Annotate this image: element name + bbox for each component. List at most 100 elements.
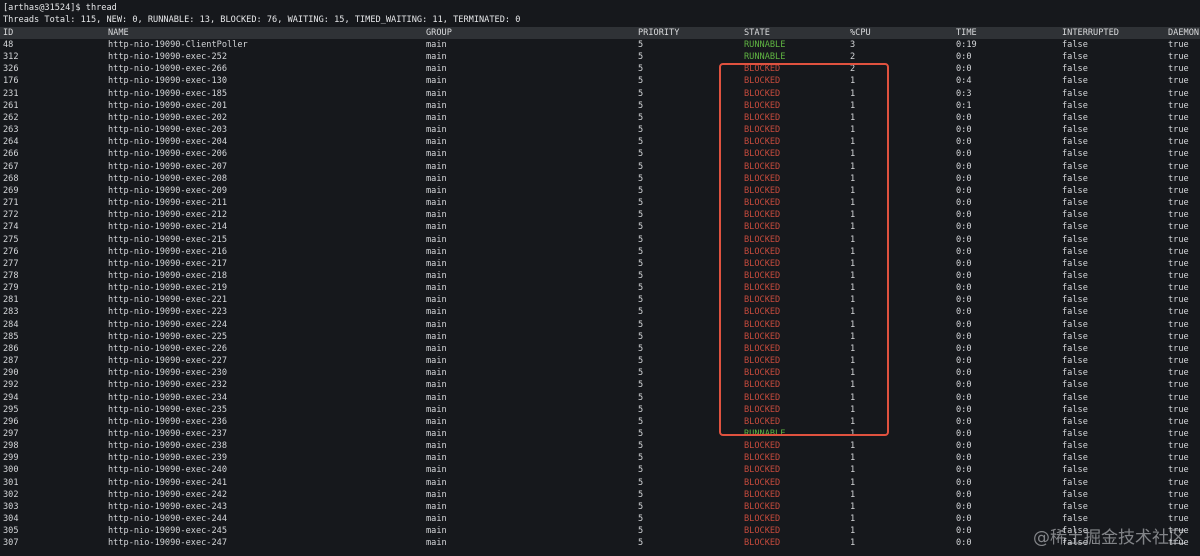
table-row: 312 http-nio-19090-exec-252 main 5 RUNNABLE 2… (0, 51, 1200, 63)
cell-daemon: true (1168, 331, 1189, 342)
table-row: 298 http-nio-19090-exec-238 main 5 BLOCKED 1 0… (0, 440, 1200, 452)
cell-state: BLOCKED (744, 416, 781, 427)
cell-priority: 5 (638, 343, 644, 354)
cell-cpu: 1 (850, 149, 856, 160)
cell-time: 0:0 (956, 416, 972, 427)
cell-name: http-nio-19090-exec-237 (108, 429, 227, 439)
cell-cpu: 1 (850, 234, 856, 245)
cell-interrupted: false (1062, 52, 1088, 63)
cell-id: 176 (3, 76, 19, 87)
terminal-window[interactable]: [arthas@31524]$ thread Threads Total: 11… (0, 0, 1200, 556)
cell-id: 298 (3, 441, 19, 452)
cell-priority: 5 (638, 173, 644, 184)
cell-daemon: true (1168, 40, 1189, 50)
table-row: 272 http-nio-19090-exec-212 main 5 BLOCKED 1 0… (0, 209, 1200, 221)
cell-id: 262 (3, 112, 19, 123)
table-row: 326 http-nio-19090-exec-266 main 5 BLOCKED 2 0… (0, 63, 1200, 75)
cell-cpu: 1 (850, 343, 856, 354)
cell-group: main (426, 501, 447, 512)
cell-group: main (426, 392, 447, 403)
cell-state: BLOCKED (744, 234, 781, 245)
cell-name: http-nio-19090-exec-239 (108, 453, 227, 464)
cell-cpu: 1 (850, 112, 856, 123)
cell-name: http-nio-19090-exec-209 (108, 185, 227, 196)
cell-interrupted: false (1062, 64, 1088, 75)
cell-daemon: true (1168, 234, 1189, 245)
cell-state: BLOCKED (744, 161, 781, 172)
cell-priority: 5 (638, 404, 644, 415)
cell-name: http-nio-19090-exec-216 (108, 246, 227, 257)
table-row: 284 http-nio-19090-exec-224 main 5 BLOCKED 1 0… (0, 319, 1200, 331)
cell-cpu: 1 (850, 526, 856, 537)
cell-cpu: 1 (850, 283, 856, 294)
cell-daemon: true (1168, 356, 1189, 367)
cell-interrupted: false (1062, 270, 1088, 281)
cell-group: main (426, 185, 447, 196)
cell-time: 0:0 (956, 465, 972, 476)
cell-daemon: true (1168, 465, 1189, 476)
cell-priority: 5 (638, 246, 644, 257)
cell-state: BLOCKED (744, 453, 781, 464)
cell-interrupted: false (1062, 198, 1088, 209)
cell-id: 274 (3, 222, 19, 233)
table-row: 278 http-nio-19090-exec-218 main 5 BLOCKED 1 0… (0, 270, 1200, 282)
cell-daemon: true (1168, 270, 1189, 281)
table-row: 279 http-nio-19090-exec-219 main 5 BLOCKED 1 0… (0, 282, 1200, 294)
cell-id: 326 (3, 64, 19, 75)
cell-priority: 5 (638, 258, 644, 269)
cell-time: 0:0 (956, 270, 972, 281)
cell-id: 294 (3, 392, 19, 403)
cell-daemon: true (1168, 283, 1189, 294)
cell-time: 0:0 (956, 258, 972, 269)
cell-interrupted: false (1062, 465, 1088, 476)
cell-id: 281 (3, 295, 19, 306)
cell-group: main (426, 441, 447, 452)
cell-cpu: 1 (850, 441, 856, 452)
cell-time: 0:0 (956, 210, 972, 221)
cell-priority: 5 (638, 526, 644, 537)
cell-time: 0:0 (956, 392, 972, 403)
cell-name: http-nio-19090-exec-221 (108, 295, 227, 306)
cell-interrupted: false (1062, 477, 1088, 488)
cell-name: http-nio-19090-exec-204 (108, 137, 227, 148)
cell-group: main (426, 222, 447, 233)
cell-id: 305 (3, 526, 19, 537)
cell-priority: 5 (638, 307, 644, 318)
cell-state: BLOCKED (744, 185, 781, 196)
cell-id: 279 (3, 283, 19, 294)
cell-state: BLOCKED (744, 441, 781, 452)
table-row: 302 http-nio-19090-exec-242 main 5 BLOCKED 1 0… (0, 489, 1200, 501)
cell-priority: 5 (638, 368, 644, 379)
cell-priority: 5 (638, 222, 644, 233)
cell-interrupted: false (1062, 185, 1088, 196)
cell-name: http-nio-19090-exec-212 (108, 210, 227, 221)
cell-time: 0:0 (956, 404, 972, 415)
cell-group: main (426, 319, 447, 330)
cell-name: http-nio-19090-exec-214 (108, 222, 227, 233)
cell-group: main (426, 465, 447, 476)
cell-state: BLOCKED (744, 477, 781, 488)
cell-time: 0:0 (956, 514, 972, 525)
cell-priority: 5 (638, 465, 644, 476)
cell-group: main (426, 331, 447, 342)
cell-state: BLOCKED (744, 210, 781, 221)
cell-priority: 5 (638, 319, 644, 330)
cell-name: http-nio-19090-exec-241 (108, 477, 227, 488)
threads-summary: Threads Total: 115, NEW: 0, RUNNABLE: 13… (3, 15, 521, 25)
cell-priority: 5 (638, 149, 644, 160)
cell-cpu: 1 (850, 489, 856, 500)
column-header-time: TIME (956, 28, 977, 38)
cell-daemon: true (1168, 453, 1189, 464)
cell-interrupted: false (1062, 319, 1088, 330)
cell-time: 0:0 (956, 429, 972, 439)
cell-priority: 5 (638, 295, 644, 306)
cell-cpu: 1 (850, 453, 856, 464)
cell-cpu: 1 (850, 125, 856, 136)
table-row: 283 http-nio-19090-exec-223 main 5 BLOCKED 1 0… (0, 306, 1200, 318)
cell-priority: 5 (638, 429, 644, 439)
cell-cpu: 1 (850, 258, 856, 269)
cell-daemon: true (1168, 489, 1189, 500)
cell-name: http-nio-19090-ClientPoller (108, 40, 248, 50)
cell-time: 0:0 (956, 307, 972, 318)
cell-time: 0:0 (956, 538, 972, 549)
